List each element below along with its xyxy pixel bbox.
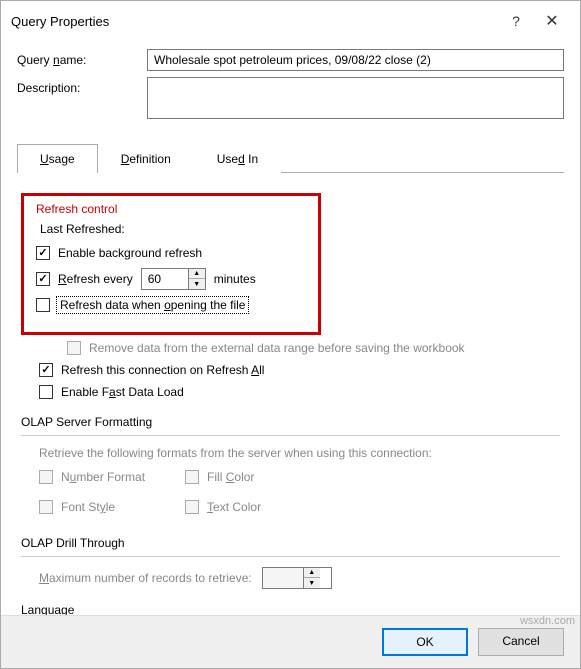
text-color-checkbox <box>185 500 199 514</box>
refresh-control-title: Refresh control <box>36 202 306 216</box>
olap-formatting-title: OLAP Server Formatting <box>21 415 560 429</box>
olap-drill-section: Maximum number of records to retrieve: ▲… <box>21 556 560 589</box>
remove-data-label: Remove data from the external data range… <box>89 341 465 355</box>
tab-used-in[interactable]: Used In <box>194 144 281 173</box>
olap-formatting-section: Retrieve the following formats from the … <box>21 435 560 522</box>
refresh-all-checkbox[interactable] <box>39 363 53 377</box>
enable-background-refresh-checkbox[interactable] <box>36 246 50 260</box>
number-format-label: Number Format <box>61 470 145 484</box>
spinner-up-icon: ▲ <box>304 568 320 578</box>
olap-formatting-note: Retrieve the following formats from the … <box>39 446 560 460</box>
fill-color-label: Fill Color <box>207 470 254 484</box>
query-name-input[interactable] <box>147 49 564 71</box>
query-name-label: Query name: <box>17 49 147 67</box>
text-color-label: Text Color <box>207 500 261 514</box>
dialog-footer: OK Cancel <box>1 615 580 668</box>
description-label: Description: <box>17 77 147 95</box>
help-button[interactable]: ? <box>498 9 534 33</box>
language-title: Language <box>21 603 560 615</box>
tab-usage[interactable]: Usage <box>17 144 98 173</box>
font-style-label: Font Style <box>61 500 115 514</box>
spinner-down-icon[interactable]: ▼ <box>189 279 205 289</box>
max-records-input <box>263 568 303 588</box>
tab-strip: Usage Definition Used In <box>17 143 564 173</box>
ok-button[interactable]: OK <box>382 628 468 656</box>
max-records-label: Maximum number of records to retrieve: <box>39 571 252 585</box>
refresh-on-open-checkbox[interactable] <box>36 298 50 312</box>
refresh-interval-input[interactable] <box>142 269 188 289</box>
header-form: Query name: Description: <box>1 41 580 135</box>
refresh-every-label: Refresh every <box>58 272 133 286</box>
number-format-checkbox <box>39 470 53 484</box>
close-button[interactable]: ✕ <box>534 9 570 33</box>
minutes-label: minutes <box>214 272 256 286</box>
enable-background-refresh-label: Enable background refresh <box>58 246 202 260</box>
spinner-down-icon: ▼ <box>304 578 320 588</box>
fast-data-load-label: Enable Fast Data Load <box>61 385 184 399</box>
olap-drill-title: OLAP Drill Through <box>21 536 560 550</box>
refresh-every-checkbox[interactable] <box>36 272 50 286</box>
remove-data-checkbox <box>67 341 81 355</box>
refresh-all-label: Refresh this connection on Refresh All <box>61 363 264 377</box>
fast-data-load-checkbox[interactable] <box>39 385 53 399</box>
tab-content: Refresh control Last Refreshed: Enable b… <box>1 173 580 615</box>
dialog-title: Query Properties <box>11 14 498 29</box>
last-refreshed-label: Last Refreshed: <box>40 222 306 236</box>
tab-definition[interactable]: Definition <box>98 144 194 173</box>
max-records-spinner: ▲ ▼ <box>262 567 332 589</box>
cancel-button[interactable]: Cancel <box>478 628 564 656</box>
titlebar: Query Properties ? ✕ <box>1 1 580 41</box>
fill-color-checkbox <box>185 470 199 484</box>
refresh-highlight: Refresh control Last Refreshed: Enable b… <box>21 193 321 335</box>
font-style-checkbox <box>39 500 53 514</box>
refresh-interval-spinner[interactable]: ▲ ▼ <box>141 268 206 290</box>
spinner-up-icon[interactable]: ▲ <box>189 269 205 279</box>
description-input[interactable] <box>147 77 564 119</box>
refresh-on-open-label: Refresh data when opening the file <box>58 298 247 312</box>
query-properties-dialog: Query Properties ? ✕ Query name: Descrip… <box>0 0 581 669</box>
